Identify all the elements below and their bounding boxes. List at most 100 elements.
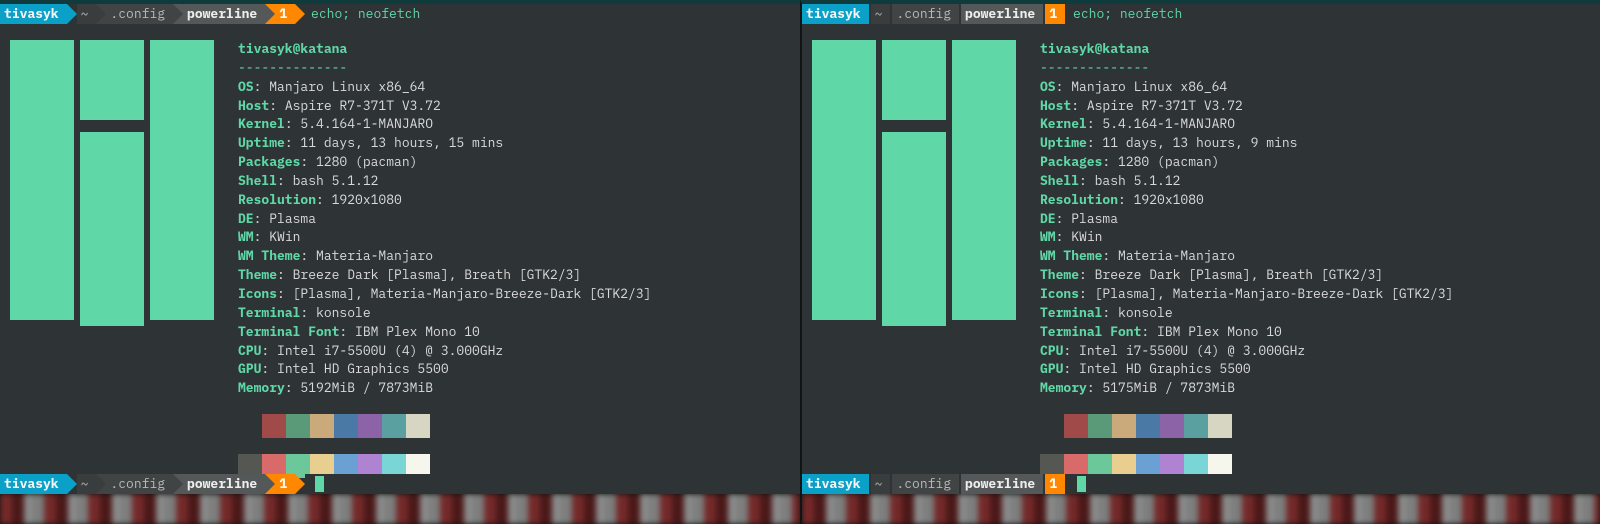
color-palette bbox=[1040, 414, 1590, 438]
info-title: tivasyk@katana bbox=[238, 40, 790, 59]
prompt-seg-powerline: powerline bbox=[959, 474, 1043, 494]
arrow-icon bbox=[265, 474, 275, 494]
info-row-uptime: Uptime: 11 days, 13 hours, 15 mins bbox=[238, 134, 790, 153]
info-row-memory: Memory: 5192MiB / 7873MiB bbox=[238, 379, 790, 398]
info-divider: -------------- bbox=[238, 59, 790, 78]
color-swatch bbox=[1160, 414, 1184, 438]
prompt-home-text: ~ bbox=[81, 4, 89, 24]
color-swatch bbox=[358, 414, 382, 438]
info-row-gpu: GPU: Intel HD Graphics 5500 bbox=[238, 360, 790, 379]
color-swatch bbox=[310, 414, 334, 438]
manjaro-logo bbox=[10, 40, 220, 320]
info-row-gpu: GPU: Intel HD Graphics 5500 bbox=[1040, 360, 1590, 379]
info-row-wmtheme: WM Theme: Materia-Manjaro bbox=[1040, 247, 1590, 266]
info-title: tivasyk@katana bbox=[1040, 40, 1590, 59]
color-swatch bbox=[1040, 414, 1064, 438]
info-divider: -------------- bbox=[1040, 59, 1590, 78]
info-row-host: Host: Aspire R7-371T V3.72 bbox=[1040, 97, 1590, 116]
info-row-resolution: Resolution: 1920x1080 bbox=[238, 191, 790, 210]
info-row-de: DE: Plasma bbox=[238, 210, 790, 229]
info-row-kernel: Kernel: 5.4.164-1-MANJARO bbox=[238, 115, 790, 134]
arrow-icon bbox=[67, 474, 77, 494]
neofetch-output: tivasyk@katana -------------- OS: Manjar… bbox=[0, 24, 800, 486]
arrow-icon bbox=[67, 4, 77, 24]
info-row-font: Terminal Font: IBM Plex Mono 10 bbox=[238, 323, 790, 342]
prompt-seg-number: 1 bbox=[275, 4, 295, 24]
arrow-icon bbox=[96, 4, 106, 24]
info-row-icons: Icons: [Plasma], Materia-Manjaro-Breeze-… bbox=[1040, 285, 1590, 304]
prompt-line-bottom[interactable]: tivasyk ~ .config powerline 1 bbox=[0, 474, 800, 494]
desktop-gap bbox=[802, 494, 1600, 524]
prompt-pl-text: powerline bbox=[187, 4, 257, 24]
info-row-uptime: Uptime: 11 days, 13 hours, 9 mins bbox=[1040, 134, 1590, 153]
prompt-seg-user: tivasyk bbox=[0, 4, 67, 24]
info-row-wmtheme: WM Theme: Materia-Manjaro bbox=[238, 247, 790, 266]
prompt-seg-user: tivasyk bbox=[802, 4, 869, 24]
desktop-gap bbox=[0, 494, 800, 524]
arrow-icon bbox=[265, 4, 275, 24]
info-row-wm: WM: KWin bbox=[1040, 228, 1590, 247]
prompt-seg-config: .config bbox=[106, 474, 173, 494]
command-text[interactable]: echo; neofetch bbox=[305, 4, 800, 24]
prompt-line-top: tivasyk ~ .config powerline 1 echo; neof… bbox=[802, 4, 1600, 24]
arrow-icon bbox=[173, 474, 183, 494]
color-swatch bbox=[382, 414, 406, 438]
color-swatch bbox=[334, 414, 358, 438]
cursor bbox=[1077, 476, 1086, 492]
prompt-seg-home: ~ bbox=[77, 4, 97, 24]
info-row-host: Host: Aspire R7-371T V3.72 bbox=[238, 97, 790, 116]
info-row-packages: Packages: 1280 (pacman) bbox=[1040, 153, 1590, 172]
screen: tivasyk ~ .config powerline 1 echo; neof… bbox=[0, 0, 1600, 524]
command-input[interactable] bbox=[305, 474, 800, 494]
info-row-font: Terminal Font: IBM Plex Mono 10 bbox=[1040, 323, 1590, 342]
info-row-resolution: Resolution: 1920x1080 bbox=[1040, 191, 1590, 210]
prompt-line-bottom[interactable]: tivasyk ~ .config powerline 1 bbox=[802, 474, 1600, 494]
arrow-icon bbox=[295, 474, 305, 494]
prompt-seg-powerline: powerline bbox=[959, 4, 1043, 24]
prompt-seg-number: 1 bbox=[275, 474, 295, 494]
color-swatch bbox=[286, 414, 310, 438]
terminal-pane-right[interactable]: tivasyk ~ .config powerline 1 echo; neof… bbox=[800, 0, 1600, 524]
neofetch-output: tivasyk@katana -------------- OS: Manjar… bbox=[802, 24, 1600, 486]
prompt-seg-user: tivasyk bbox=[0, 474, 67, 494]
color-palette bbox=[238, 414, 790, 438]
color-swatch bbox=[238, 414, 262, 438]
info-row-wm: WM: KWin bbox=[238, 228, 790, 247]
info-row-packages: Packages: 1280 (pacman) bbox=[238, 153, 790, 172]
prompt-line-top: tivasyk ~ .config powerline 1 echo; neof… bbox=[0, 4, 800, 24]
prompt-seg-config: .config bbox=[106, 4, 173, 24]
info-row-memory: Memory: 5175MiB / 7873MiB bbox=[1040, 379, 1590, 398]
info-row-terminal: Terminal: konsole bbox=[1040, 304, 1590, 323]
system-info: tivasyk@katana -------------- OS: Manjar… bbox=[220, 40, 790, 478]
info-row-cpu: CPU: Intel i7-5500U (4) @ 3.000GHz bbox=[238, 342, 790, 361]
info-row-theme: Theme: Breeze Dark [Plasma], Breath [GTK… bbox=[238, 266, 790, 285]
info-row-icons: Icons: [Plasma], Materia-Manjaro-Breeze-… bbox=[238, 285, 790, 304]
info-row-os: OS: Manjaro Linux x86_64 bbox=[238, 78, 790, 97]
info-row-theme: Theme: Breeze Dark [Plasma], Breath [GTK… bbox=[1040, 266, 1590, 285]
info-row-kernel: Kernel: 5.4.164-1-MANJARO bbox=[1040, 115, 1590, 134]
cursor bbox=[315, 476, 324, 492]
prompt-seg-config: .config bbox=[890, 474, 959, 494]
info-row-cpu: CPU: Intel i7-5500U (4) @ 3.000GHz bbox=[1040, 342, 1590, 361]
prompt-cfg-text: .config bbox=[110, 4, 165, 24]
command-input[interactable] bbox=[1065, 474, 1600, 494]
info-row-shell: Shell: bash 5.1.12 bbox=[1040, 172, 1590, 191]
color-swatch bbox=[406, 414, 430, 438]
terminal-pane-left[interactable]: tivasyk ~ .config powerline 1 echo; neof… bbox=[0, 0, 800, 524]
color-swatch bbox=[262, 414, 286, 438]
arrow-icon bbox=[96, 474, 106, 494]
prompt-seg-config: .config bbox=[890, 4, 959, 24]
color-swatch bbox=[1208, 414, 1232, 438]
prompt-user-text: tivasyk bbox=[4, 4, 59, 24]
prompt-seg-user: tivasyk bbox=[802, 474, 869, 494]
color-swatch bbox=[1064, 414, 1088, 438]
color-swatch bbox=[1184, 414, 1208, 438]
color-swatch bbox=[1112, 414, 1136, 438]
prompt-seg-powerline: powerline bbox=[183, 4, 265, 24]
info-row-shell: Shell: bash 5.1.12 bbox=[238, 172, 790, 191]
command-text[interactable]: echo; neofetch bbox=[1065, 4, 1600, 24]
prompt-seg-home: ~ bbox=[869, 4, 891, 24]
prompt-seg-number: 1 bbox=[1043, 474, 1065, 494]
arrow-icon bbox=[295, 4, 305, 24]
prompt-seg-home: ~ bbox=[77, 474, 97, 494]
